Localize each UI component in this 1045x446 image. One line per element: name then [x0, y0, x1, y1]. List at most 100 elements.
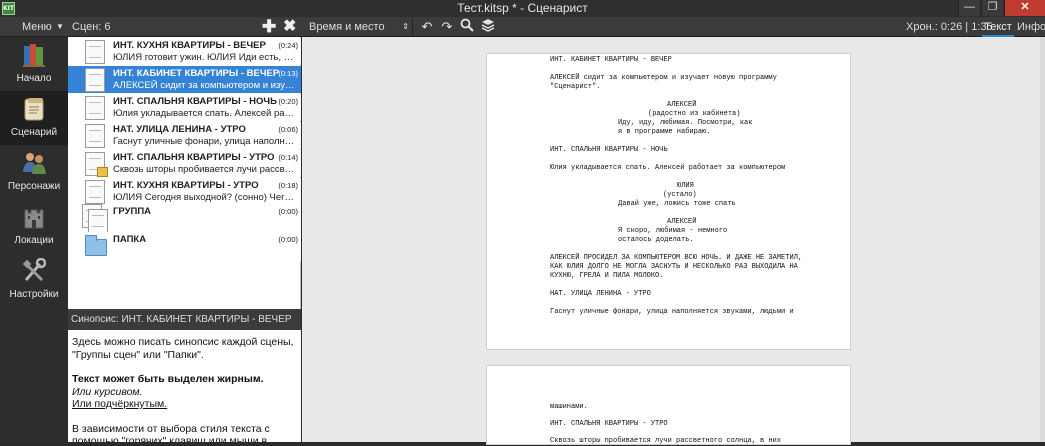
action-line: машинами. — [550, 403, 588, 411]
block-type-value: Время и место — [309, 21, 385, 33]
sidebar-item-label: Сценарий — [10, 127, 58, 138]
scene-item[interactable]: ИНТ. КУХНЯ КВАРТИРЫ - ВЕЧЕР (0:24) ЮЛИЯ … — [68, 38, 301, 65]
character-name: АЛЕКСЕЙ — [667, 218, 697, 226]
scene-list: ИНТ. КУХНЯ КВАРТИРЫ - ВЕЧЕР (0:24) ЮЛИЯ … — [68, 37, 301, 309]
toolbar: Меню ▼ Сцен: 6 ✚ ✖ Время и место ⇕ ↶ ↷ Хро… — [0, 17, 1045, 37]
synopsis-header: Синопсис: ИНТ. КАБИНЕТ КВАРТИРЫ - ВЕЧЕР — [68, 309, 301, 330]
block-type-select[interactable]: Время и место ⇕ — [303, 18, 413, 36]
scene-text: ЮЛИЯ Сегодня выходной? (сонно) Чего так … — [113, 192, 298, 203]
script-editor[interactable]: ИНТ. КАБИНЕТ КВАРТИРЫ - ВЕЧЕР АЛЕКСЕЙ си… — [302, 37, 1045, 445]
scene-title: ГРУППА — [113, 206, 152, 217]
remove-scene-button[interactable]: ✖ — [283, 17, 296, 36]
scene-item[interactable]: ИНТ. СПАЛЬНЯ КВАРТИРЫ - НОЧЬ (0:20) Юлия… — [68, 94, 301, 121]
synopsis-paragraph: В зависимости от выбора стиля текста с п… — [72, 422, 270, 443]
scene-group-item[interactable]: ГРУППА (0:00) — [68, 204, 301, 234]
action-line: Гаснут уличные фонари, улица наполняется… — [550, 308, 794, 316]
minimize-button[interactable]: — — [958, 0, 980, 16]
document-icon — [85, 124, 105, 148]
action-line: КУХНЮ, ГРЕЛА И ПИЛА МОЛОКО. — [550, 272, 664, 280]
sidebar-item-locations[interactable]: Локации — [0, 199, 68, 253]
scene-title: ИНТ. КАБИНЕТ КВАРТИРЫ - ВЕЧЕР — [113, 68, 280, 79]
dialogue-line: осталось доделать. — [618, 236, 694, 244]
scene-duration: (0:00) — [278, 235, 298, 244]
sidebar-item-characters[interactable]: Персонажи — [0, 145, 68, 199]
castle-icon — [24, 209, 44, 229]
scene-item[interactable]: НАТ. УЛИЦА ЛЕНИНА - УТРО (0:06) Гаснут у… — [68, 122, 301, 149]
document-icon — [85, 180, 105, 204]
scene-heading: ИНТ. СПАЛЬНЯ КВАРТИРЫ - УТРО — [550, 420, 668, 428]
scene-text: Сквозь шторы пробивается лучи рассветног… — [113, 164, 298, 175]
sidebar: Начало Сценарий Персонажи Локации Настро… — [0, 37, 68, 442]
action-line: Юлия укладывается спать. Алексей работае… — [550, 164, 786, 172]
scene-item[interactable]: ИНТ. СПАЛЬНЯ КВАРТИРЫ - УТРО (0:14) Скво… — [68, 150, 301, 177]
scene-duration: (0:20) — [278, 97, 298, 106]
scene-duration: (0:00) — [278, 207, 298, 216]
sidebar-item-label: Персонажи — [7, 181, 61, 192]
dialogue-line: Иду, иду, любимая. Посмотри, как — [618, 119, 753, 127]
redo-icon[interactable]: ↷ — [438, 18, 456, 36]
scene-folder-item[interactable]: ПАПКА (0:00) — [68, 232, 301, 262]
folder-icon — [85, 235, 107, 256]
scenes-count: Сцен: 6 — [72, 21, 111, 33]
script-page[interactable]: ИНТ. КАБИНЕТ КВАРТИРЫ - ВЕЧЕР АЛЕКСЕЙ си… — [486, 53, 851, 350]
people-icon — [23, 153, 46, 174]
scene-title: ИНТ. СПАЛЬНЯ КВАРТИРЫ - УТРО — [113, 152, 275, 163]
synopsis-underline-text: Или подчёркнутым. — [72, 398, 168, 410]
scene-duration: (0:14) — [278, 153, 298, 162]
title-bar: KIT Тест.kitsp * - Сценарист — ❐ ✕ — [0, 0, 1045, 17]
undo-icon[interactable]: ↶ — [418, 18, 436, 36]
group-icon-page — [88, 209, 108, 233]
sidebar-item-settings[interactable]: Настройки — [0, 253, 68, 307]
script-page[interactable]: машинами. ИНТ. СПАЛЬНЯ КВАРТИРЫ - УТРО С… — [486, 365, 851, 445]
sidebar-item-label: Настройки — [9, 289, 59, 300]
locked-document-icon — [85, 152, 108, 177]
sidebar-item-scenario[interactable]: Сценарий — [0, 91, 68, 145]
dialogue-line: Я скоро, любимая - немного — [618, 227, 728, 235]
window-title: Тест.kitsp * - Сценарист — [457, 1, 588, 15]
chevron-down-icon: ▼ — [56, 22, 64, 31]
scene-duration: (0:13) — [278, 69, 298, 78]
menu-label: Меню — [22, 21, 52, 33]
character-name: ЮЛИЯ — [677, 182, 694, 190]
scene-text: АЛЕКСЕЙ сидит за компьютером и изучает н… — [113, 80, 298, 91]
layers-icon[interactable] — [479, 18, 497, 36]
scene-duration: (0:06) — [278, 125, 298, 134]
tools-icon — [22, 258, 46, 282]
vertical-scrollbar[interactable] — [1040, 37, 1045, 442]
character-name: АЛЕКСЕЙ — [667, 101, 697, 109]
dialogue-line: Давай уже, ложись тоже спать — [618, 200, 736, 208]
scene-item-selected[interactable]: ИНТ. КАБИНЕТ КВАРТИРЫ - ВЕЧЕР (0:13) АЛЕ… — [68, 66, 301, 93]
document-icon — [85, 40, 105, 64]
scene-title: ИНТ. КУХНЯ КВАРТИРЫ - ВЕЧЕР — [113, 40, 266, 51]
books-icon — [23, 44, 45, 67]
synopsis-bold-text: Текст может быть выделен жирным. — [72, 373, 264, 385]
scene-title: НАТ. УЛИЦА ЛЕНИНА - УТРО — [113, 124, 246, 135]
scene-title: ИНТ. КУХНЯ КВАРТИРЫ - УТРО — [113, 180, 259, 191]
chronometry-readout: Хрон.: 0:26 | 1:35 — [906, 21, 993, 33]
action-line: КАК ЮЛИЯ ДОЛГО НЕ МОГЛА ЗАСНУТЬ И НЕСКОЛ… — [550, 263, 798, 271]
tab-info[interactable]: Инфо — [1017, 17, 1045, 37]
updown-icon: ⇕ — [402, 22, 409, 31]
parenthetical: (устало) — [663, 191, 697, 199]
scroll-icon — [24, 98, 44, 121]
scene-title: ПАПКА — [113, 234, 147, 245]
maximize-button[interactable]: ❐ — [981, 0, 1003, 16]
add-scene-button[interactable]: ✚ — [262, 17, 276, 36]
sidebar-item-start[interactable]: Начало — [0, 37, 68, 91]
synopsis-paragraph: Здесь можно писать синопсис каждой сцены… — [72, 336, 294, 361]
dialogue-line: я в программе набираю. — [618, 128, 711, 136]
parenthetical: (радостно из кабинета) — [648, 110, 741, 118]
synopsis-italic-text: Или курсивом. — [72, 385, 143, 398]
scene-heading: ИНТ. СПАЛЬНЯ КВАРТИРЫ - НОЧЬ — [550, 146, 668, 154]
tab-text[interactable]: Текст — [982, 17, 1014, 37]
menu-button[interactable]: Меню ▼ — [0, 17, 68, 37]
scene-item[interactable]: ИНТ. КУХНЯ КВАРТИРЫ - УТРО (0:18) ЮЛИЯ С… — [68, 178, 301, 205]
scene-duration: (0:24) — [278, 41, 298, 50]
scene-title: ИНТ. СПАЛЬНЯ КВАРТИРЫ - НОЧЬ — [113, 96, 277, 107]
action-line: АЛЕКСЕЙ сидит за компьютером и изучает н… — [550, 74, 777, 82]
close-button[interactable]: ✕ — [1004, 0, 1045, 16]
synopsis-editor[interactable]: Здесь можно писать синопсис каждой сцены… — [68, 330, 301, 442]
sidebar-item-label: Локации — [14, 235, 54, 246]
scene-text: Юлия укладывается спать. Алексей работае… — [113, 108, 298, 119]
search-icon[interactable] — [458, 18, 476, 36]
